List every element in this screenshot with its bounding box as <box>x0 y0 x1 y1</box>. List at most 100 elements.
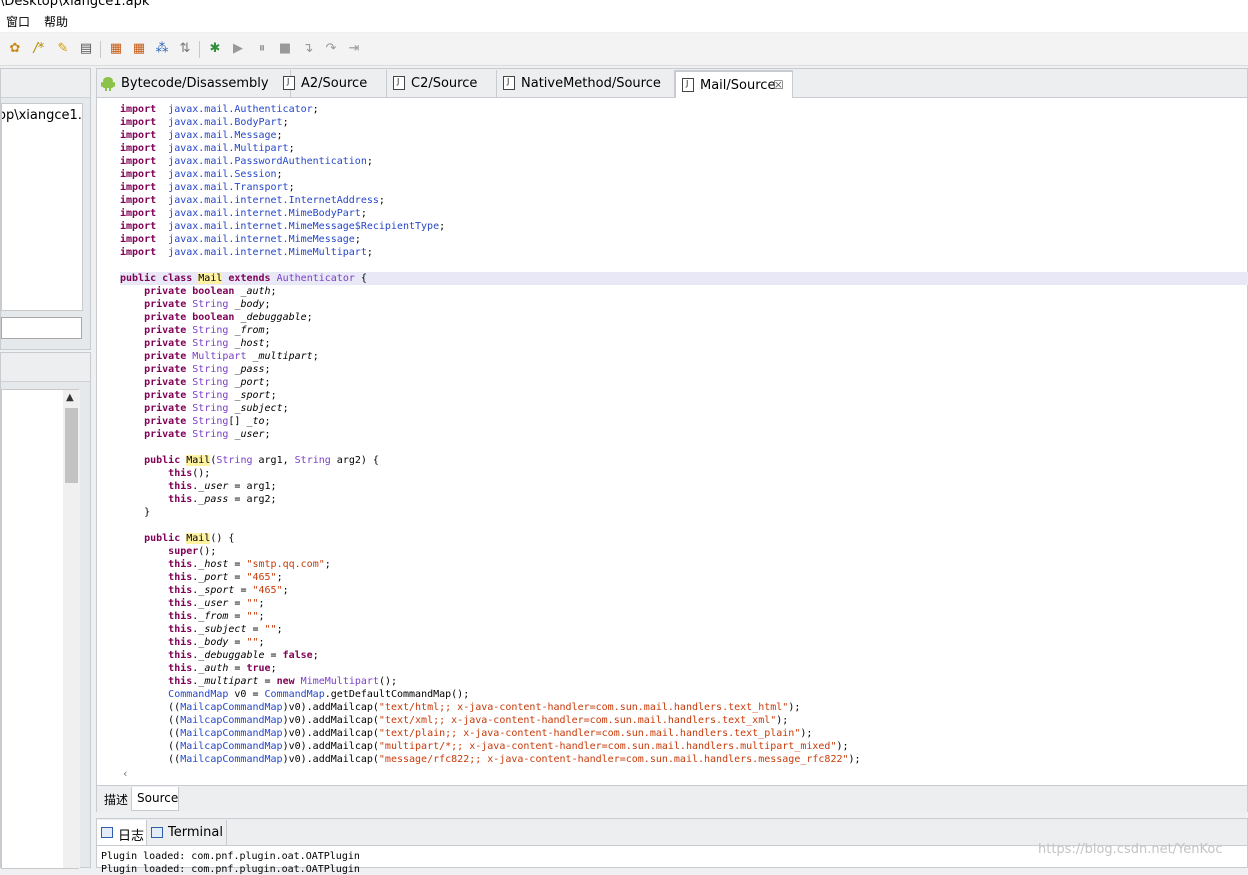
code-line: this._user = arg1; <box>168 481 277 492</box>
code-line: this._host = "smtp.qq.com"; <box>168 559 331 570</box>
hierarchy-tree[interactable]: ▲ <box>1 389 80 869</box>
tab-bytecode-disassembly[interactable]: Bytecode/Disassembly <box>97 70 291 97</box>
java-file-icon <box>393 76 405 90</box>
code-line: import javax.mail.Message; <box>120 130 283 141</box>
stop-icon[interactable]: ■ <box>278 42 292 56</box>
code-line: this._pass = arg2; <box>168 494 277 505</box>
tab-label: 描述 <box>104 793 129 807</box>
grid-alt-icon[interactable]: ▦ <box>132 42 146 56</box>
code-line: ((MailcapCommandMap)v0).addMailcap("mult… <box>120 741 849 752</box>
code-line: this._debuggable = false; <box>168 650 319 661</box>
editor-horizontal-scrollbar[interactable]: ‹ <box>119 767 1247 781</box>
filter-input[interactable] <box>1 317 82 339</box>
pause-icon[interactable]: ⏸ <box>255 42 269 56</box>
watermark: https://blog.csdn.net/YenKoc <box>1038 842 1223 857</box>
code-line: this._port = "465"; <box>168 572 283 583</box>
code-line: import javax.mail.BodyPart; <box>120 117 289 128</box>
tab-label: NativeMethod/Source <box>521 76 661 91</box>
code-line: private String _from; <box>144 325 271 336</box>
decompile-icon[interactable]: ✿ <box>8 42 22 56</box>
scroll-left-icon[interactable]: ‹ <box>123 767 127 780</box>
code-line: private String _user; <box>144 429 271 440</box>
code-line: import javax.mail.internet.MimeMessage; <box>120 234 361 245</box>
code-line: ((MailcapCommandMap)v0).addMailcap("text… <box>120 728 813 739</box>
tab-terminal[interactable]: Terminal <box>147 820 227 845</box>
tab-label: 日志 <box>118 829 145 844</box>
code-line: private String _pass; <box>144 364 271 375</box>
window-title: \Desktop\xiangce1.apk <box>0 0 150 9</box>
tab-label: Bytecode/Disassembly <box>121 76 269 91</box>
tab-label: Terminal <box>168 825 223 840</box>
code-line: CommandMap v0 = CommandMap.getDefaultCom… <box>168 689 470 700</box>
code-line: this._auth = true; <box>168 663 277 674</box>
tab-label: C2/Source <box>411 76 478 91</box>
resume-icon[interactable]: ▶ <box>231 42 245 56</box>
code-line: import javax.mail.internet.MimeBodyPart; <box>120 208 367 219</box>
menu-window[interactable]: 窗口 <box>6 13 30 30</box>
comment-icon[interactable]: /* <box>32 42 46 56</box>
tab-log[interactable]: 日志 <box>97 820 147 845</box>
debug-bug-icon[interactable]: ✱ <box>208 42 222 56</box>
step-into-icon[interactable]: ↴ <box>301 42 315 56</box>
code-line: super(); <box>168 546 217 557</box>
terminal-icon <box>151 827 163 838</box>
code-line: this._body = ""; <box>168 637 265 648</box>
rename-pencil-icon[interactable]: ✎ <box>56 42 70 56</box>
grid-icon[interactable]: ▦ <box>109 42 123 56</box>
java-file-icon <box>503 76 515 90</box>
tab-label: Mail/Source <box>700 78 776 93</box>
code-line: private Multipart _multipart; <box>144 351 319 362</box>
tab-label: A2/Source <box>301 76 368 91</box>
tab-a2-source[interactable]: A2/Source <box>277 70 387 97</box>
menu-bar: 窗口 帮助 <box>0 10 1248 32</box>
code-line: private String _sport; <box>144 390 277 401</box>
toolbar-separator <box>100 41 101 58</box>
code-line: this._sport = "465"; <box>168 585 289 596</box>
java-file-icon <box>283 76 295 90</box>
code-line: this._user = ""; <box>168 598 265 609</box>
scroll-up-icon[interactable]: ▲ <box>66 392 74 403</box>
code-line: import javax.mail.internet.MimeMultipart… <box>120 247 373 258</box>
tab-c2-source[interactable]: C2/Source <box>387 70 497 97</box>
vertical-scrollbar[interactable]: ▲ <box>63 390 80 868</box>
code-line: import javax.mail.internet.MimeMessage$R… <box>120 221 446 232</box>
editor-bottom-tabs: 描述 Source <box>97 785 1247 812</box>
code-line: private String _body; <box>144 299 271 310</box>
code-line: public class Mail extends Authenticator … <box>120 272 1248 285</box>
code-view[interactable]: import javax.mail.Authenticator; import j… <box>120 103 1248 765</box>
tab-mail-source[interactable]: Mail/Source ☒ <box>675 70 793 98</box>
editor-tab-strip: Bytecode/Disassembly A2/Source C2/Source… <box>97 69 1247 98</box>
scrollbar-thumb[interactable] <box>65 408 78 483</box>
tab-source[interactable]: Source <box>131 787 179 811</box>
project-explorer-header <box>1 69 90 98</box>
tab-label: Source <box>137 791 179 805</box>
project-tree-item[interactable]: op\xiangce1.ap <box>2 108 82 123</box>
graph-nodes-icon[interactable]: ⁂ <box>155 42 169 56</box>
tab-description[interactable]: 描述 <box>99 787 131 811</box>
tab-nativemethod-source[interactable]: NativeMethod/Source <box>497 70 675 97</box>
code-line: import javax.mail.Session; <box>120 169 283 180</box>
hierarchy-panel-header <box>1 353 90 382</box>
project-explorer-panel: op\xiangce1.ap › <box>0 68 91 350</box>
code-line: this._multipart = new MimeMultipart(); <box>168 676 398 687</box>
code-line: private String _host; <box>144 338 271 349</box>
editor-panel: Bytecode/Disassembly A2/Source C2/Source… <box>96 68 1248 812</box>
code-line: this._from = ""; <box>168 611 265 622</box>
sort-icon[interactable]: ⇅ <box>178 42 192 56</box>
code-line: this._subject = ""; <box>168 624 283 635</box>
code-line: import javax.mail.Multipart; <box>120 143 295 154</box>
step-over-icon[interactable]: ↷ <box>324 42 338 56</box>
code-line: public Mail() { <box>144 533 235 544</box>
project-tree[interactable]: op\xiangce1.ap › <box>1 103 83 311</box>
menu-help[interactable]: 帮助 <box>44 13 68 30</box>
close-tab-icon[interactable]: ☒ <box>773 78 784 92</box>
code-line: ((MailcapCommandMap)v0).addMailcap("text… <box>120 702 801 713</box>
log-line: Plugin loaded: com.pnf.plugin.oat.OATPlu… <box>101 864 360 875</box>
code-line: import javax.mail.PasswordAuthentication… <box>120 156 373 167</box>
code-line: } <box>120 507 151 518</box>
step-return-icon[interactable]: ⇥ <box>347 42 361 56</box>
android-icon <box>101 76 115 91</box>
navigate-file-icon[interactable]: ▤ <box>79 42 93 56</box>
window-title-bar: \Desktop\xiangce1.apk <box>0 0 1248 10</box>
toolbar: ✿ /* ✎ ▤ ▦ ▦ ⁂ ⇅ ✱ ▶ ⏸ ■ ↴ ↷ ⇥ <box>0 33 1248 66</box>
